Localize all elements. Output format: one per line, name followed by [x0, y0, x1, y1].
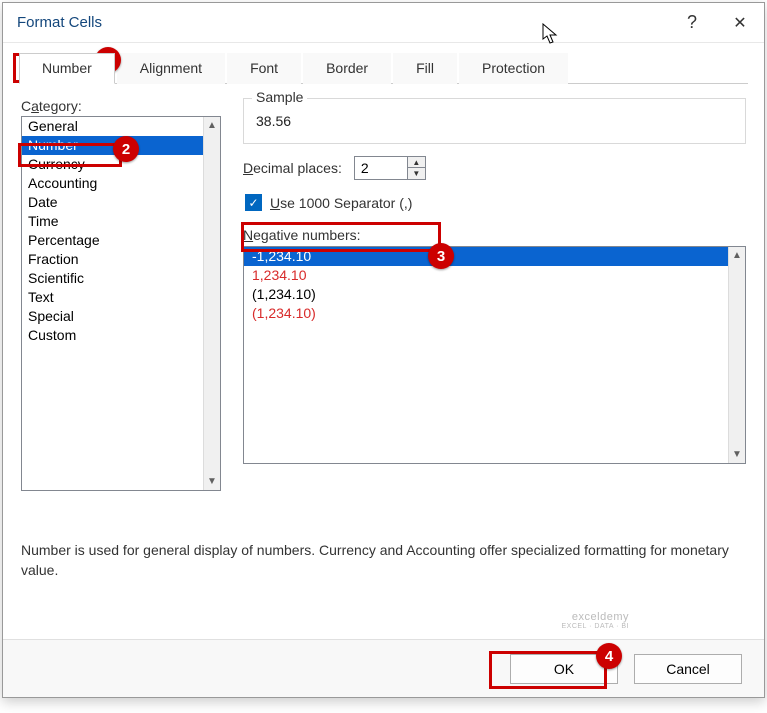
cat-lbl-u: a: [31, 98, 39, 114]
negative-item-0[interactable]: -1,234.10: [244, 247, 728, 266]
decimal-label: Decimal places:: [243, 160, 342, 176]
negative-scrollbar[interactable]: ▲ ▼: [728, 247, 745, 463]
category-item-time[interactable]: Time: [22, 212, 203, 231]
sample-label: Sample: [252, 89, 307, 105]
dec-u: D: [243, 160, 253, 176]
category-item-general[interactable]: General: [22, 117, 203, 136]
dialog-body: Category: GeneralNumberCurrencyAccountin…: [3, 84, 764, 491]
category-scrollbar[interactable]: ▲ ▼: [203, 117, 220, 490]
cat-lbl-post: tegory:: [39, 98, 82, 114]
spinner-up-icon[interactable]: ▲: [408, 157, 425, 168]
category-item-special[interactable]: Special: [22, 307, 203, 326]
negative-list: -1,234.101,234.10(1,234.10)(1,234.10): [244, 247, 728, 463]
category-item-scientific[interactable]: Scientific: [22, 269, 203, 288]
description-text: Number is used for general display of nu…: [21, 541, 746, 580]
tab-alignment[interactable]: Alignment: [117, 53, 225, 84]
sample-group: Sample 38.56: [243, 98, 746, 144]
separator-checkbox[interactable]: ✓: [245, 194, 262, 211]
negative-listbox[interactable]: -1,234.101,234.10(1,234.10)(1,234.10) ▲ …: [243, 246, 746, 464]
scroll-up-icon[interactable]: ▲: [732, 247, 742, 264]
options-column: Sample 38.56 Decimal places: ▲ ▼ ✓ Use 1…: [221, 98, 746, 491]
tab-protection[interactable]: Protection: [459, 53, 568, 84]
negative-label: Negative numbers:: [243, 227, 746, 243]
format-cells-dialog: Format Cells ? ✕ NumberAlignmentFontBord…: [2, 2, 765, 698]
neg-u: N: [243, 227, 253, 243]
scroll-down-icon[interactable]: ▼: [207, 473, 217, 490]
dialog-footer: OK Cancel: [3, 639, 764, 697]
window-title: Format Cells: [17, 14, 668, 31]
category-item-currency[interactable]: Currency: [22, 155, 203, 174]
tab-border[interactable]: Border: [303, 53, 391, 84]
category-item-number[interactable]: Number: [22, 136, 203, 155]
spinner-buttons: ▲ ▼: [408, 156, 426, 180]
tab-number[interactable]: Number: [19, 53, 115, 84]
category-item-fraction[interactable]: Fraction: [22, 250, 203, 269]
category-item-custom[interactable]: Custom: [22, 326, 203, 345]
category-listbox[interactable]: GeneralNumberCurrencyAccountingDateTimeP…: [21, 116, 221, 491]
decimal-places-row: Decimal places: ▲ ▼: [243, 156, 746, 180]
close-button[interactable]: ✕: [716, 3, 764, 43]
sep-post: se 1000 Separator (,): [280, 195, 412, 211]
cancel-button[interactable]: Cancel: [634, 654, 742, 684]
thousand-separator-row[interactable]: ✓ Use 1000 Separator (,): [243, 190, 746, 215]
negative-item-1[interactable]: 1,234.10: [244, 266, 728, 285]
watermark-l2: EXCEL · DATA · BI: [562, 623, 630, 631]
sep-u: U: [270, 195, 280, 211]
tab-font[interactable]: Font: [227, 53, 301, 84]
category-item-percentage[interactable]: Percentage: [22, 231, 203, 250]
sample-value: 38.56: [256, 107, 733, 129]
ok-button[interactable]: OK: [510, 654, 618, 684]
title-bar: Format Cells ? ✕: [3, 3, 764, 43]
category-label: Category:: [21, 98, 221, 114]
category-item-accounting[interactable]: Accounting: [22, 174, 203, 193]
watermark-l1: exceldemy: [562, 611, 630, 623]
dec-post: ecimal places:: [253, 160, 342, 176]
negative-item-2[interactable]: (1,234.10): [244, 285, 728, 304]
category-item-text[interactable]: Text: [22, 288, 203, 307]
category-list: GeneralNumberCurrencyAccountingDateTimeP…: [22, 117, 203, 490]
neg-post: egative numbers:: [253, 227, 360, 243]
cat-lbl-pre: C: [21, 98, 31, 114]
category-column: Category: GeneralNumberCurrencyAccountin…: [21, 98, 221, 491]
negative-item-3[interactable]: (1,234.10): [244, 304, 728, 323]
spinner-down-icon[interactable]: ▼: [408, 168, 425, 179]
decimal-input[interactable]: [354, 156, 408, 180]
scroll-down-icon[interactable]: ▼: [732, 446, 742, 463]
help-button[interactable]: ?: [668, 3, 716, 43]
separator-label: Use 1000 Separator (,): [270, 195, 412, 211]
tab-fill[interactable]: Fill: [393, 53, 457, 84]
decimal-spinner: ▲ ▼: [354, 156, 426, 180]
tab-strip: NumberAlignmentFontBorderFillProtection: [19, 53, 764, 84]
category-item-date[interactable]: Date: [22, 193, 203, 212]
scroll-up-icon[interactable]: ▲: [207, 117, 217, 134]
watermark: exceldemy EXCEL · DATA · BI: [562, 611, 630, 631]
